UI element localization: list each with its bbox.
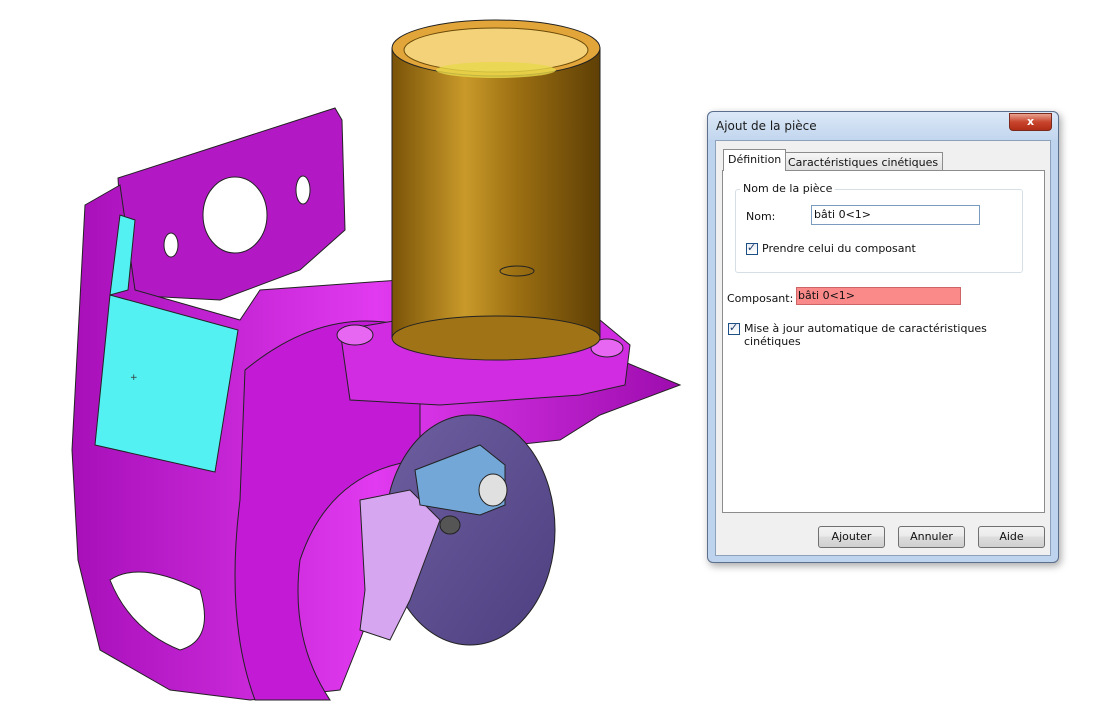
use-component-name-checkbox[interactable]: ✓	[746, 241, 758, 255]
group-title: Nom de la pièce	[740, 182, 836, 195]
auto-update-label: Mise à jour automatique de caractéristiq…	[744, 322, 987, 348]
dialog-title: Ajout de la pièce	[716, 119, 817, 133]
name-input[interactable]: bâti 0<1>	[811, 205, 980, 225]
component-label: Composant:	[727, 292, 794, 305]
cad-viewport[interactable]: +	[0, 0, 700, 720]
name-label: Nom:	[746, 210, 776, 223]
svg-text:+: +	[130, 373, 138, 383]
cylinder	[391, 47, 601, 339]
close-button[interactable]: x	[1009, 113, 1052, 131]
dialog-client: Définition Caractéristiques cinétiques N…	[715, 140, 1051, 556]
check-icon: ✓	[729, 321, 739, 334]
tab-panel: Nom de la pièce Nom: bâti 0<1> ✓ Prendre…	[722, 170, 1045, 513]
auto-update-checkbox[interactable]: ✓	[728, 321, 740, 335]
use-component-name-label: Prendre celui du composant	[762, 242, 916, 255]
tab-kinetic-characteristics[interactable]: Caractéristiques cinétiques	[783, 152, 944, 172]
tab-definition[interactable]: Définition	[723, 149, 787, 171]
add-part-dialog: Ajout de la pièce x Définition Caractéri…	[707, 111, 1059, 563]
help-button[interactable]: Aide	[978, 526, 1045, 548]
cancel-button[interactable]: Annuler	[898, 526, 965, 548]
part-name-group: Nom de la pièce Nom: bâti 0<1> ✓ Prendre…	[735, 182, 1023, 273]
dialog-titlebar: Ajout de la pièce x	[708, 112, 1058, 140]
close-icon: x	[1026, 115, 1035, 128]
back-plate-hole	[202, 176, 268, 254]
check-icon: ✓	[747, 241, 757, 254]
component-field[interactable]: bâti 0<1>	[796, 287, 961, 305]
add-button[interactable]: Ajouter	[818, 526, 885, 548]
